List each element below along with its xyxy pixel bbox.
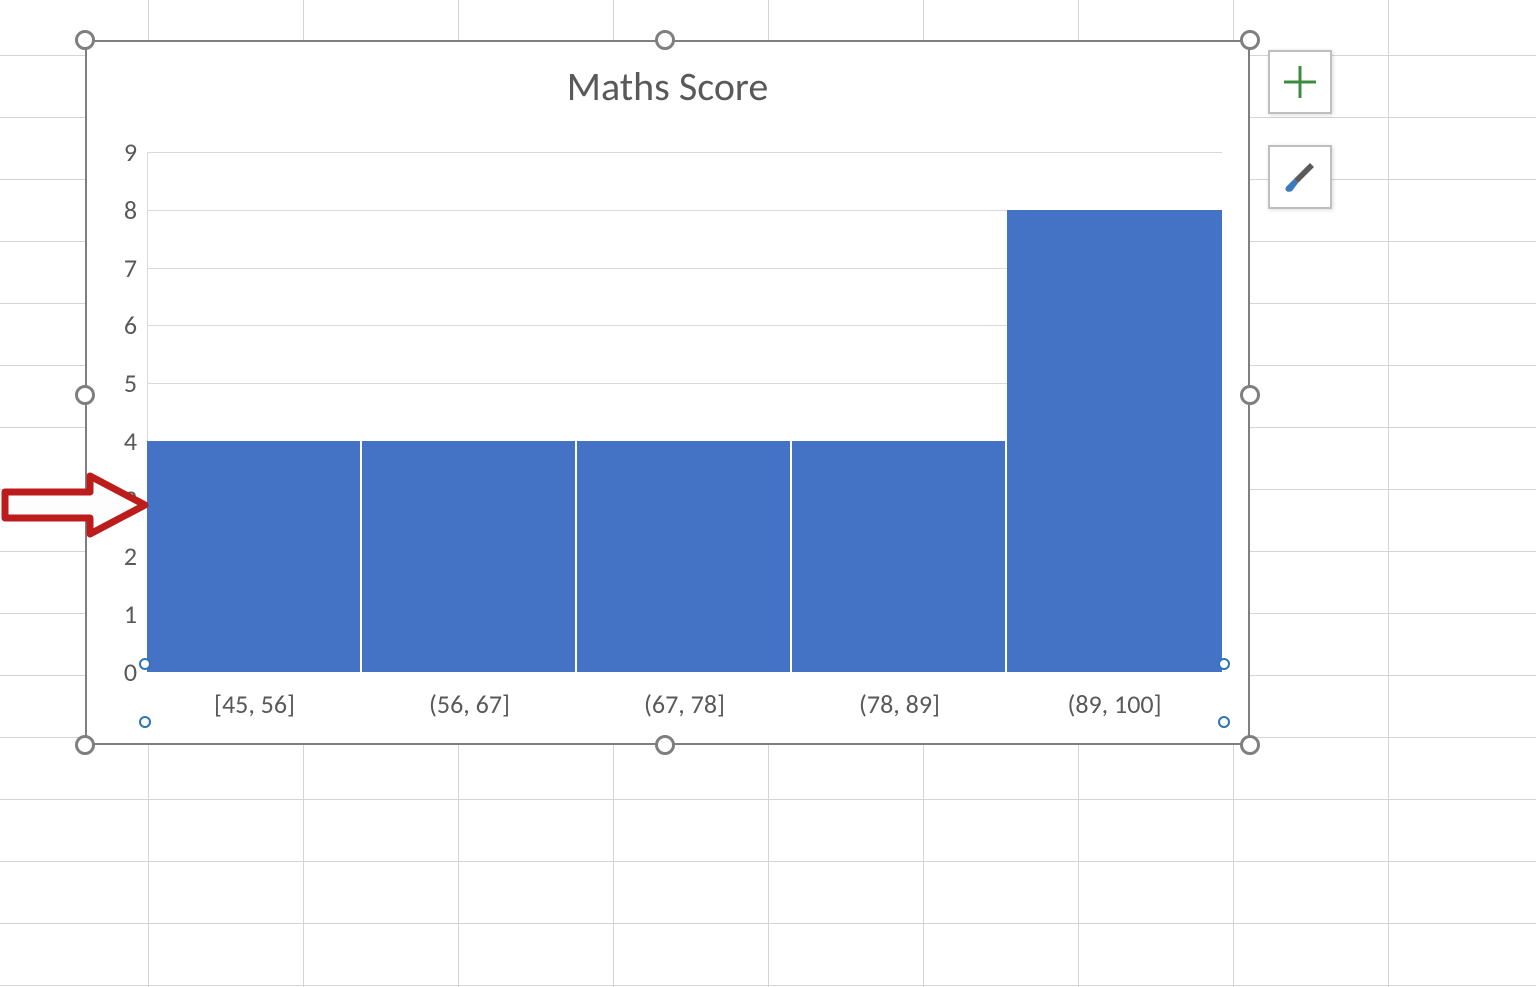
x-tick-label: (89, 100] [1067,688,1161,720]
x-tick-label: [45, 56] [214,688,295,720]
y-tick-label: 6 [107,309,137,341]
histogram-bar[interactable] [1007,210,1222,672]
histogram-bar[interactable] [362,441,577,672]
histogram-bar[interactable] [792,441,1007,672]
x-tick-label: (78, 89] [859,688,940,720]
y-tick-label: 4 [107,425,137,457]
x-axis[interactable]: [45, 56] (56, 67] (67, 78] (78, 89] (89, 100… [147,676,1222,736]
histogram-bars[interactable] [147,152,1222,672]
x-tick-label: (56, 67] [429,688,510,720]
chart-title[interactable]: Maths Score [87,62,1248,111]
y-tick-label: 1 [107,598,137,630]
x-tick-label: (67, 78] [644,688,725,720]
y-tick-label: 2 [107,540,137,572]
y-tick-label: 0 [107,656,137,688]
histogram-bar[interactable] [577,441,792,672]
y-tick-label: 9 [107,136,137,168]
paintbrush-icon [1280,157,1320,197]
y-tick-label: 5 [107,367,137,399]
chart-object[interactable]: Maths Score 0123456789 [45, 56] (56, 67] (… [85,40,1250,745]
annotation-arrow-icon [0,470,150,540]
y-tick-label: 7 [107,252,137,284]
plot-area[interactable]: 0123456789 [147,152,1222,672]
histogram-bar[interactable] [147,441,362,672]
plus-icon [1280,62,1320,102]
y-tick-label: 8 [107,194,137,226]
chart-elements-button[interactable] [1268,50,1332,114]
chart-styles-button[interactable] [1268,145,1332,209]
